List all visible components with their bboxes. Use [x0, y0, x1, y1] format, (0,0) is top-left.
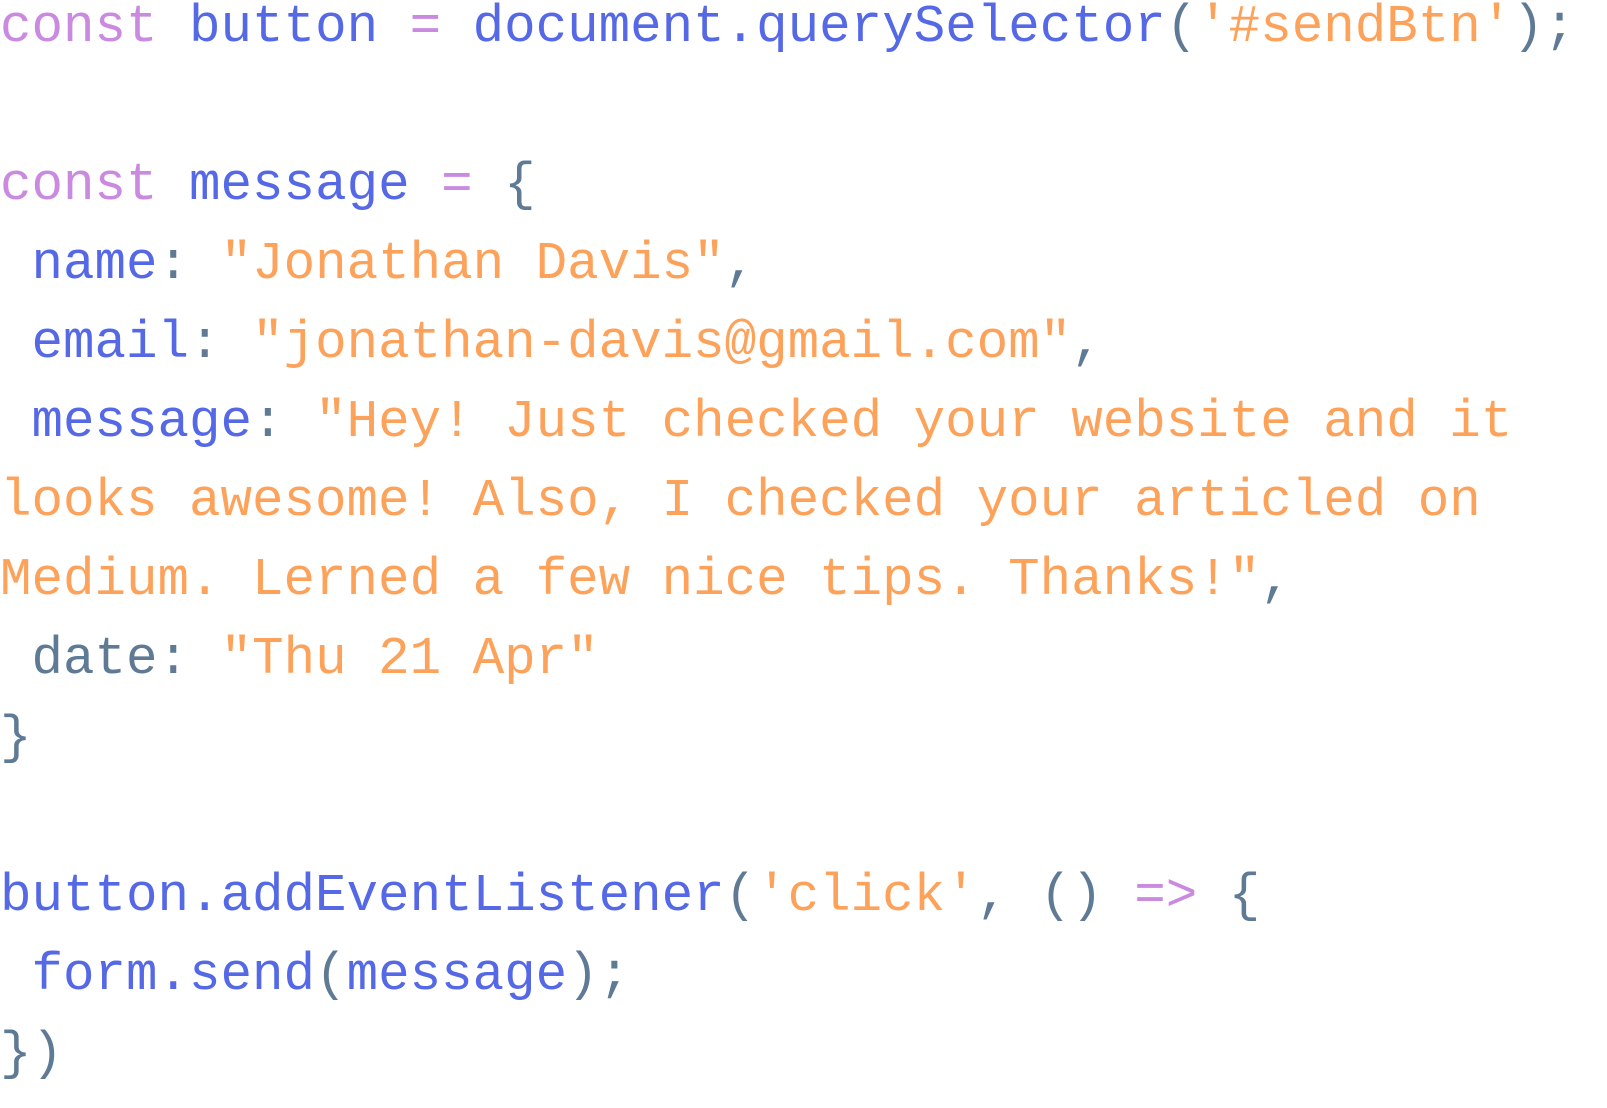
code-token-pun: {	[472, 155, 536, 215]
code-line: email: "jonathan-davis@gmail.com",	[0, 304, 1607, 383]
code-token-str: '#sendBtn'	[1197, 0, 1513, 57]
code-token-pun	[378, 0, 410, 57]
code-token-pun	[158, 155, 190, 215]
code-line: }	[0, 699, 1607, 778]
code-token-pun: , ()	[976, 866, 1135, 926]
code-line: const message = {	[0, 146, 1607, 225]
code-token-pun: ,	[1071, 313, 1103, 373]
code-token-kw: =	[409, 0, 442, 57]
code-token-pun: :	[252, 392, 316, 452]
code-token-pun: })	[0, 1024, 64, 1084]
code-token-pun	[441, 0, 473, 57]
code-line: form.send(message);	[0, 936, 1607, 1015]
code-token-id: email	[31, 313, 190, 373]
code-snippet: const button = document.querySelector('#…	[0, 0, 1607, 1094]
code-token-str: "jonathan-davis@gmail.com"	[252, 313, 1072, 373]
code-token-str: "Thu 21 Apr"	[220, 629, 599, 689]
code-token-id: message	[31, 392, 253, 452]
code-token-pun	[0, 313, 32, 373]
code-token-id: button.addEventListener	[0, 866, 725, 926]
code-token-pun: date	[0, 629, 158, 689]
code-line: button.addEventListener('click', () => {	[0, 857, 1607, 936]
code-token-id: message	[346, 945, 568, 1005]
code-line: })	[0, 1015, 1607, 1094]
code-token-pun: (	[315, 945, 347, 1005]
code-token-kw: const	[0, 0, 158, 57]
code-token-pun: (	[724, 866, 757, 926]
code-token-kw: =>	[1134, 866, 1198, 926]
code-line: const button = document.querySelector('#…	[0, 0, 1607, 67]
code-token-kw: const	[0, 155, 158, 215]
code-token-pun: ,	[724, 234, 757, 294]
code-token-pun	[0, 945, 32, 1005]
code-token-pun: :	[189, 313, 253, 373]
code-token-pun: );	[1512, 0, 1576, 57]
code-token-pun: :	[157, 629, 221, 689]
code-token-str: "Jonathan Davis"	[220, 234, 725, 294]
code-token-id: document.querySelector	[472, 0, 1166, 57]
code-token-pun: (	[1165, 0, 1198, 57]
code-line: message: "Hey! Just checked your website…	[0, 383, 1607, 620]
code-token-pun: }	[0, 708, 32, 768]
code-token-pun	[0, 234, 32, 294]
code-token-id: form.send	[31, 945, 316, 1005]
code-line: name: "Jonathan Davis",	[0, 225, 1607, 304]
code-token-id: message	[189, 155, 410, 215]
code-line: date: "Thu 21 Apr"	[0, 620, 1607, 699]
code-token-pun: :	[157, 234, 221, 294]
code-token-pun	[0, 392, 32, 452]
code-token-pun: );	[567, 945, 631, 1005]
code-token-id: button	[189, 0, 379, 57]
code-token-pun	[410, 155, 442, 215]
code-token-str: 'click'	[756, 866, 977, 926]
code-token-pun: ,	[1260, 550, 1292, 610]
code-token-pun: {	[1197, 866, 1261, 926]
code-token-kw: =	[441, 155, 473, 215]
code-token-id: name	[31, 234, 158, 294]
code-token-pun	[158, 0, 190, 57]
